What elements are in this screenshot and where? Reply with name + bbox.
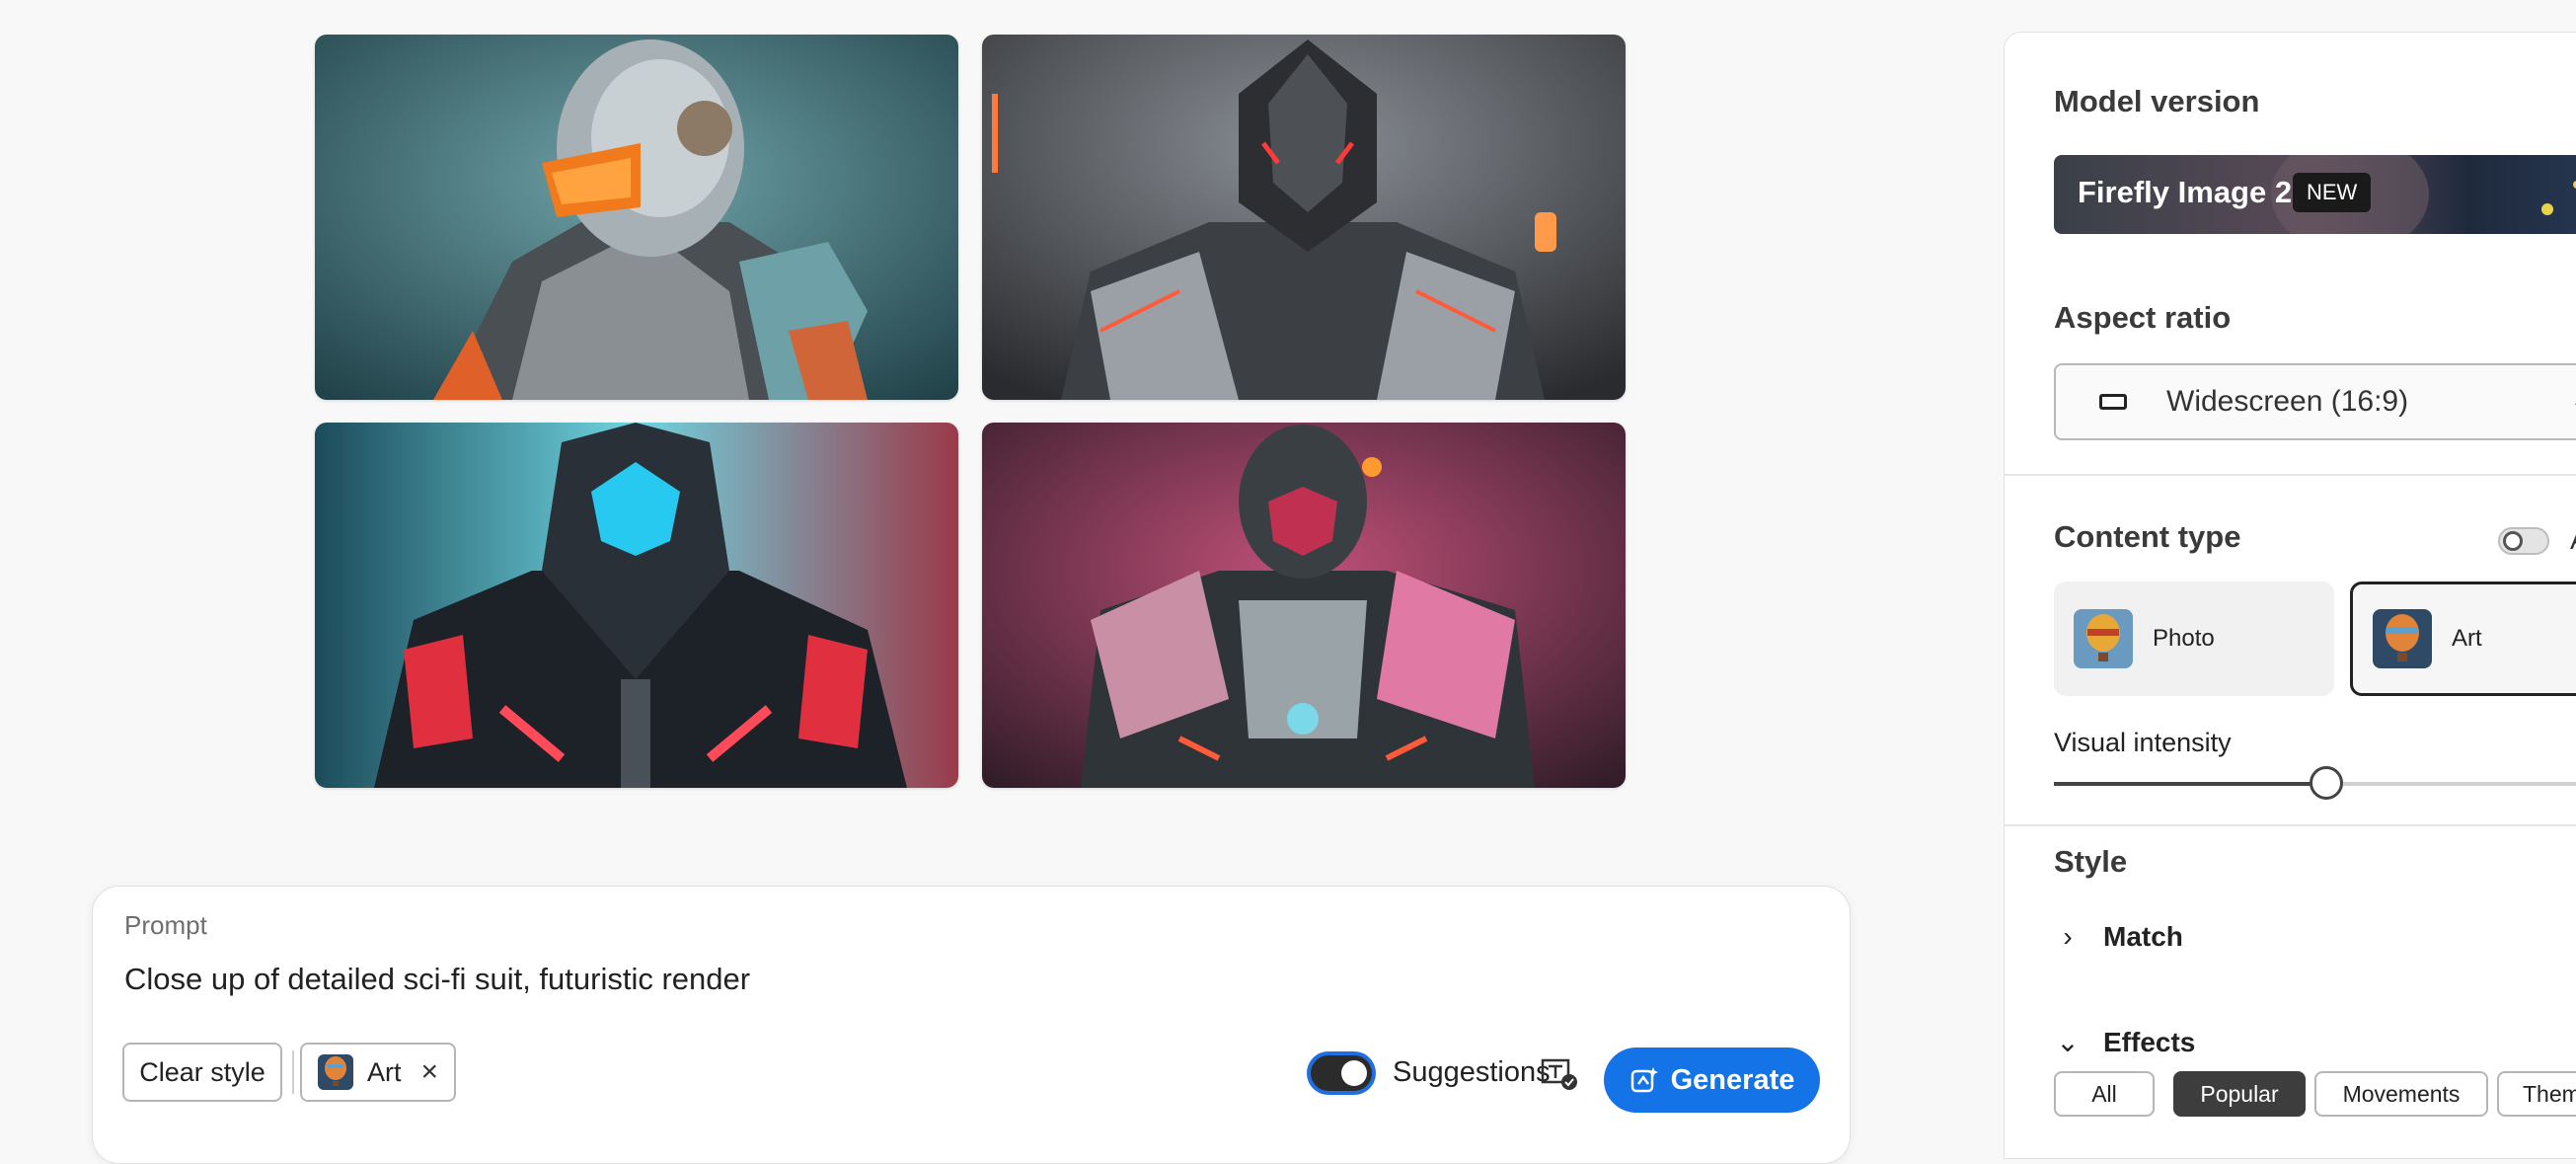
content-type-photo-label: Photo — [2153, 625, 2215, 652]
generated-image-1-art — [315, 35, 958, 400]
generated-image-4-art — [982, 423, 1626, 788]
effects-pill-all[interactable]: All — [2054, 1071, 2155, 1117]
aspect-ratio-value: Widescreen (16:9) — [2166, 385, 2409, 418]
effects-pill-popular[interactable]: Popular — [2173, 1071, 2306, 1117]
style-chip-label: Art — [367, 1056, 402, 1087]
art-balloon-thumbnail — [2373, 609, 2432, 668]
clear-style-label: Clear style — [139, 1056, 265, 1087]
effects-accordion[interactable]: ⌄ Effects — [2054, 1026, 2195, 1058]
content-type-photo[interactable]: Photo — [2054, 582, 2334, 696]
effects-pill-themes[interactable]: Them — [2497, 1071, 2576, 1117]
suggestions-toggle[interactable] — [1311, 1055, 1372, 1091]
new-badge: NEW — [2293, 173, 2372, 212]
content-type-title: Content type — [2054, 519, 2241, 554]
generated-image-4[interactable] — [982, 423, 1626, 788]
match-label: Match — [2103, 921, 2183, 952]
chevron-down-icon: ⌄ — [2569, 383, 2576, 418]
visual-intensity-label: Visual intensity — [2054, 728, 2232, 757]
content-type-art[interactable]: Art — [2350, 582, 2576, 696]
effects-label: Effects — [2103, 1026, 2196, 1057]
model-version-card[interactable]: Firefly Image 2 NEW — [2054, 155, 2576, 234]
generated-image-3[interactable] — [315, 423, 958, 788]
suggestions-label: Suggestions — [1393, 1056, 1551, 1088]
chevron-down-icon: ⌄ — [2056, 1027, 2080, 1057]
text-check-icon[interactable] — [1541, 1056, 1578, 1092]
generated-image-2-art — [982, 35, 1626, 400]
match-accordion[interactable]: › Match — [2054, 921, 2183, 953]
section-divider — [2005, 474, 2576, 476]
prompt-bar: Prompt Close up of detailed sci-fi suit,… — [92, 886, 1851, 1164]
model-name: Firefly Image 2 — [2078, 175, 2293, 209]
model-version-title: Model version — [2054, 84, 2260, 118]
generate-label: Generate — [1670, 1063, 1795, 1096]
aspect-ratio-title: Aspect ratio — [2054, 300, 2232, 335]
clear-style-button[interactable]: Clear style — [122, 1043, 282, 1102]
generate-button[interactable]: Generate — [1604, 1048, 1820, 1113]
pill-label: Movements — [2342, 1080, 2461, 1107]
generate-sparkle-icon — [1630, 1067, 1658, 1093]
style-chip-art[interactable]: Art × — [300, 1043, 456, 1102]
pill-label: Them — [2523, 1080, 2576, 1107]
chevron-right-icon: › — [2063, 921, 2073, 952]
visual-intensity-handle[interactable] — [2310, 766, 2343, 800]
content-type-toggle-label: A — [2570, 524, 2576, 556]
widescreen-icon — [2099, 394, 2127, 410]
aspect-ratio-select[interactable]: Widescreen (16:9) ⌄ — [2054, 363, 2576, 440]
generated-image-2[interactable] — [982, 35, 1626, 400]
close-icon[interactable]: × — [421, 1055, 439, 1089]
settings-panel: Model version Firefly Image 2 NEW Aspect… — [2004, 32, 2576, 1159]
generated-image-3-art — [315, 423, 958, 788]
photo-balloon-thumbnail — [2074, 609, 2133, 668]
style-title: Style — [2054, 844, 2128, 879]
section-divider — [2005, 824, 2576, 826]
prompt-label: Prompt — [124, 910, 207, 940]
pill-label: All — [2091, 1080, 2117, 1107]
content-type-toggle[interactable] — [2498, 527, 2549, 555]
effects-pill-movements[interactable]: Movements — [2314, 1071, 2488, 1117]
generated-image-1[interactable] — [315, 35, 958, 400]
art-balloon-thumbnail — [318, 1054, 353, 1090]
pill-label: Popular — [2200, 1080, 2279, 1107]
chip-divider — [292, 1050, 294, 1094]
content-type-art-label: Art — [2452, 625, 2482, 652]
prompt-input[interactable]: Close up of detailed sci-fi suit, futuri… — [124, 962, 750, 997]
visual-intensity-fill — [2054, 782, 2326, 786]
